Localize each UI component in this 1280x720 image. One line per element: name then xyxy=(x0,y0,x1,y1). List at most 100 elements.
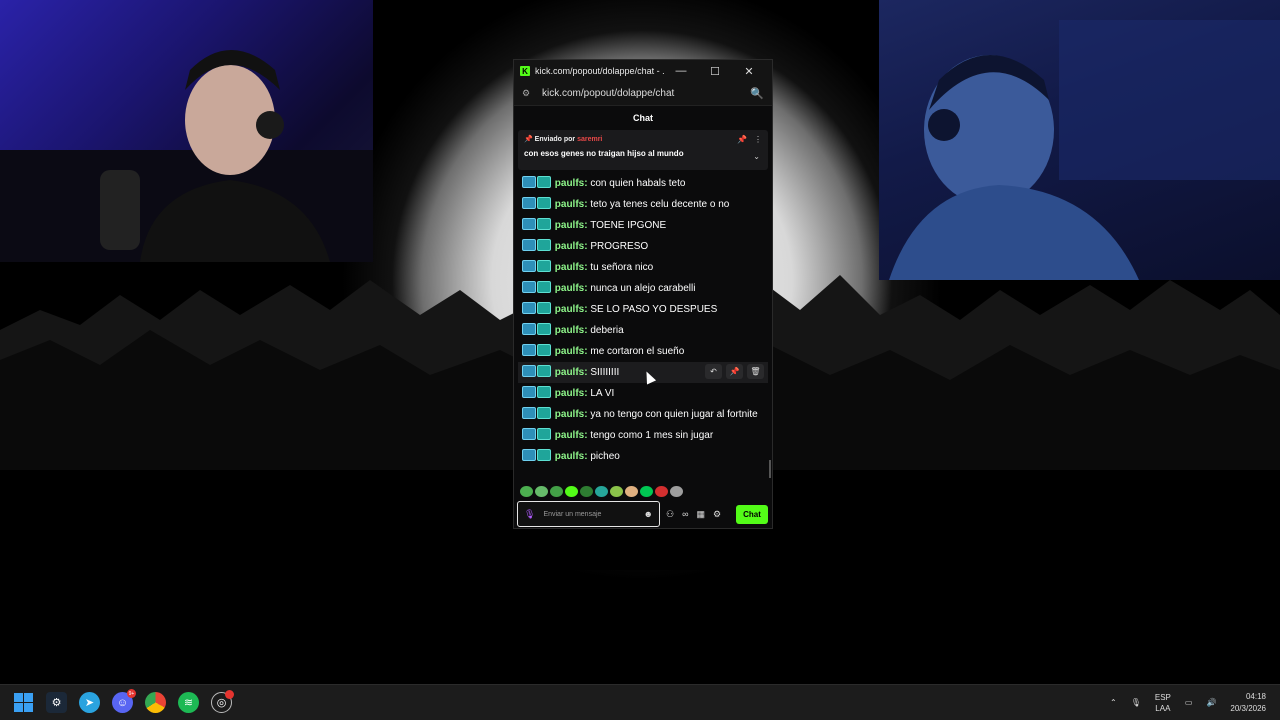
chat-message[interactable]: paulfs: LA VI xyxy=(522,383,764,404)
unpin-icon[interactable]: 📌 xyxy=(737,135,747,144)
steam-icon[interactable]: ⚙ xyxy=(46,692,67,713)
delete-icon[interactable]: 🗑 xyxy=(747,364,764,379)
chat-text: ya no tengo con quien jugar al fortnite xyxy=(590,409,758,420)
language-indicator[interactable]: ESP LAA xyxy=(1155,692,1171,714)
microphone-icon[interactable]: 🎙 xyxy=(524,509,535,520)
network-icon[interactable]: ▭ xyxy=(1185,698,1193,707)
moderator-badge-icon xyxy=(522,386,536,398)
chat-text: nunca un alejo carabelli xyxy=(590,283,696,294)
emoji-icon[interactable]: ☻ xyxy=(644,509,653,519)
minimize-button[interactable]: — xyxy=(664,65,698,77)
language-layout: LAA xyxy=(1155,703,1171,713)
chat-message-input[interactable]: 🎙 Enviar un mensaje ☻ xyxy=(517,501,660,527)
emote-icon[interactable] xyxy=(640,486,653,497)
chat-username[interactable]: paulfs xyxy=(555,199,584,210)
chat-message[interactable]: paulfs: tengo como 1 mes sin jugar xyxy=(522,425,764,446)
moderator-badge-icon xyxy=(522,323,536,335)
chat-message[interactable]: paulfs: teto ya tenes celu decente o no xyxy=(522,194,764,215)
chat-message[interactable]: paulfs: con quien habals teto xyxy=(522,173,764,194)
chat-username[interactable]: paulfs xyxy=(555,262,584,273)
chat-message[interactable]: paulfs: SE LO PASO YO DESPUES xyxy=(522,299,764,320)
emote-icon[interactable] xyxy=(580,486,593,497)
chat-message[interactable]: paulfs: me cortaron el sueño xyxy=(522,341,764,362)
zoom-icon[interactable]: 🔍 xyxy=(750,87,764,100)
settings-icon[interactable]: ⚙ xyxy=(713,509,721,520)
window-title: kick.com/popout/dolappe/chat - ... xyxy=(535,66,664,76)
store-icon[interactable]: ▦ xyxy=(697,509,706,520)
pin-message-icon[interactable]: 📌 xyxy=(726,364,743,379)
chat-message[interactable]: paulfs: nunca un alejo carabelli xyxy=(522,278,764,299)
moderator-badge-icon xyxy=(522,260,536,272)
obs-icon[interactable]: ◎ xyxy=(211,690,234,713)
telegram-icon[interactable]: ➤ xyxy=(79,692,100,713)
streamer-figure-right xyxy=(889,20,1280,280)
chat-username[interactable]: paulfs xyxy=(555,430,584,441)
desktop: K kick.com/popout/dolappe/chat - ... — ☐… xyxy=(0,0,1280,720)
chat-username[interactable]: paulfs xyxy=(555,325,584,336)
emote-icon[interactable] xyxy=(670,486,683,497)
clock[interactable]: 04:18 20/3/2026 xyxy=(1230,691,1266,715)
more-options-icon[interactable]: ⋮ xyxy=(754,135,762,144)
chat-popout-window: K kick.com/popout/dolappe/chat - ... — ☐… xyxy=(513,59,773,529)
emote-icon[interactable] xyxy=(520,486,533,497)
pinned-message[interactable]: 📌 Enviado por saremri con esos genes no … xyxy=(518,130,768,170)
chrome-icon[interactable] xyxy=(145,692,166,713)
chat-username[interactable]: paulfs xyxy=(555,304,584,315)
clock-date: 20/3/2026 xyxy=(1230,703,1266,713)
close-button[interactable]: ✕ xyxy=(732,65,766,78)
chat-username[interactable]: paulfs xyxy=(555,283,584,294)
chat-message[interactable]: paulfs: tu señora nico xyxy=(522,257,764,278)
emote-icon[interactable] xyxy=(625,486,638,497)
microphone-tray-icon[interactable]: 🎙 xyxy=(1131,698,1141,707)
chevron-up-icon[interactable]: ⌃ xyxy=(1110,698,1117,707)
send-chat-button[interactable]: Chat xyxy=(736,504,768,524)
kick-logo-icon: K xyxy=(520,66,530,76)
chat-username[interactable]: paulfs xyxy=(555,388,584,399)
site-settings-icon[interactable]: ⚙ xyxy=(522,88,534,99)
maximize-button[interactable]: ☐ xyxy=(698,65,732,78)
chat-message[interactable]: paulfs: picheo xyxy=(522,446,764,467)
moderator-badge-icon xyxy=(522,281,536,293)
chat-username[interactable]: paulfs xyxy=(555,241,584,252)
emote-icon[interactable] xyxy=(550,486,563,497)
emote-icon[interactable] xyxy=(655,486,668,497)
discord-icon[interactable]: ☺ 9+ xyxy=(112,689,136,713)
chat-input-row: 🎙 Enviar un mensaje ☻ ⚇ ∞ ▦ ⚙ Chat xyxy=(517,501,768,527)
subscriber-badge-icon xyxy=(537,197,551,209)
volume-icon[interactable]: 🔊 xyxy=(1206,698,1216,707)
chat-message[interactable]: paulfs: PROGRESO xyxy=(522,236,764,257)
reply-icon[interactable]: ↶ xyxy=(705,364,722,379)
url-text[interactable]: kick.com/popout/dolappe/chat xyxy=(542,88,750,99)
subscriber-badge-icon xyxy=(537,281,551,293)
chat-text: LA VI xyxy=(590,388,615,399)
emote-icon[interactable] xyxy=(610,486,623,497)
chat-message[interactable]: paulfs: ya no tengo con quien jugar al f… xyxy=(522,404,764,425)
system-tray: ⌃ 🎙 ESP LAA ▭ 🔊 04:18 20/3/2026 xyxy=(1110,691,1266,715)
spotify-icon[interactable]: ≋ xyxy=(178,692,199,713)
pinned-by-user[interactable]: saremri xyxy=(577,136,602,143)
chat-username[interactable]: paulfs xyxy=(555,178,584,189)
chat-username[interactable]: paulfs xyxy=(555,451,584,462)
start-windows-icon[interactable] xyxy=(13,692,34,713)
chat-scrollbar[interactable] xyxy=(769,460,771,478)
subscriber-badge-icon xyxy=(537,323,551,335)
chat-text: SIIIIIIII xyxy=(590,367,620,378)
emote-icon[interactable] xyxy=(595,486,608,497)
pinned-by: 📌 Enviado por saremri xyxy=(524,135,762,143)
users-icon[interactable]: ⚇ xyxy=(666,509,674,520)
chat-header: Chat xyxy=(514,106,772,130)
chat-username[interactable]: paulfs xyxy=(555,220,584,231)
chat-username[interactable]: paulfs xyxy=(555,409,584,420)
emote-icon[interactable] xyxy=(565,486,578,497)
chat-message[interactable]: paulfs: TOENE IPGONE xyxy=(522,215,764,236)
streamer-figure-left xyxy=(0,50,373,262)
chevron-down-icon[interactable]: ⌄ xyxy=(753,152,760,161)
chat-username[interactable]: paulfs xyxy=(555,367,584,378)
chat-text: picheo xyxy=(590,451,620,462)
subscriber-badge-icon xyxy=(537,407,551,419)
link-icon[interactable]: ∞ xyxy=(682,509,688,519)
chat-username[interactable]: paulfs xyxy=(555,346,584,357)
emote-icon[interactable] xyxy=(535,486,548,497)
chat-message-hovered[interactable]: paulfs: SIIIIIIII ↶ 📌 🗑 xyxy=(518,362,768,385)
chat-message[interactable]: paulfs: deberia xyxy=(522,320,764,341)
